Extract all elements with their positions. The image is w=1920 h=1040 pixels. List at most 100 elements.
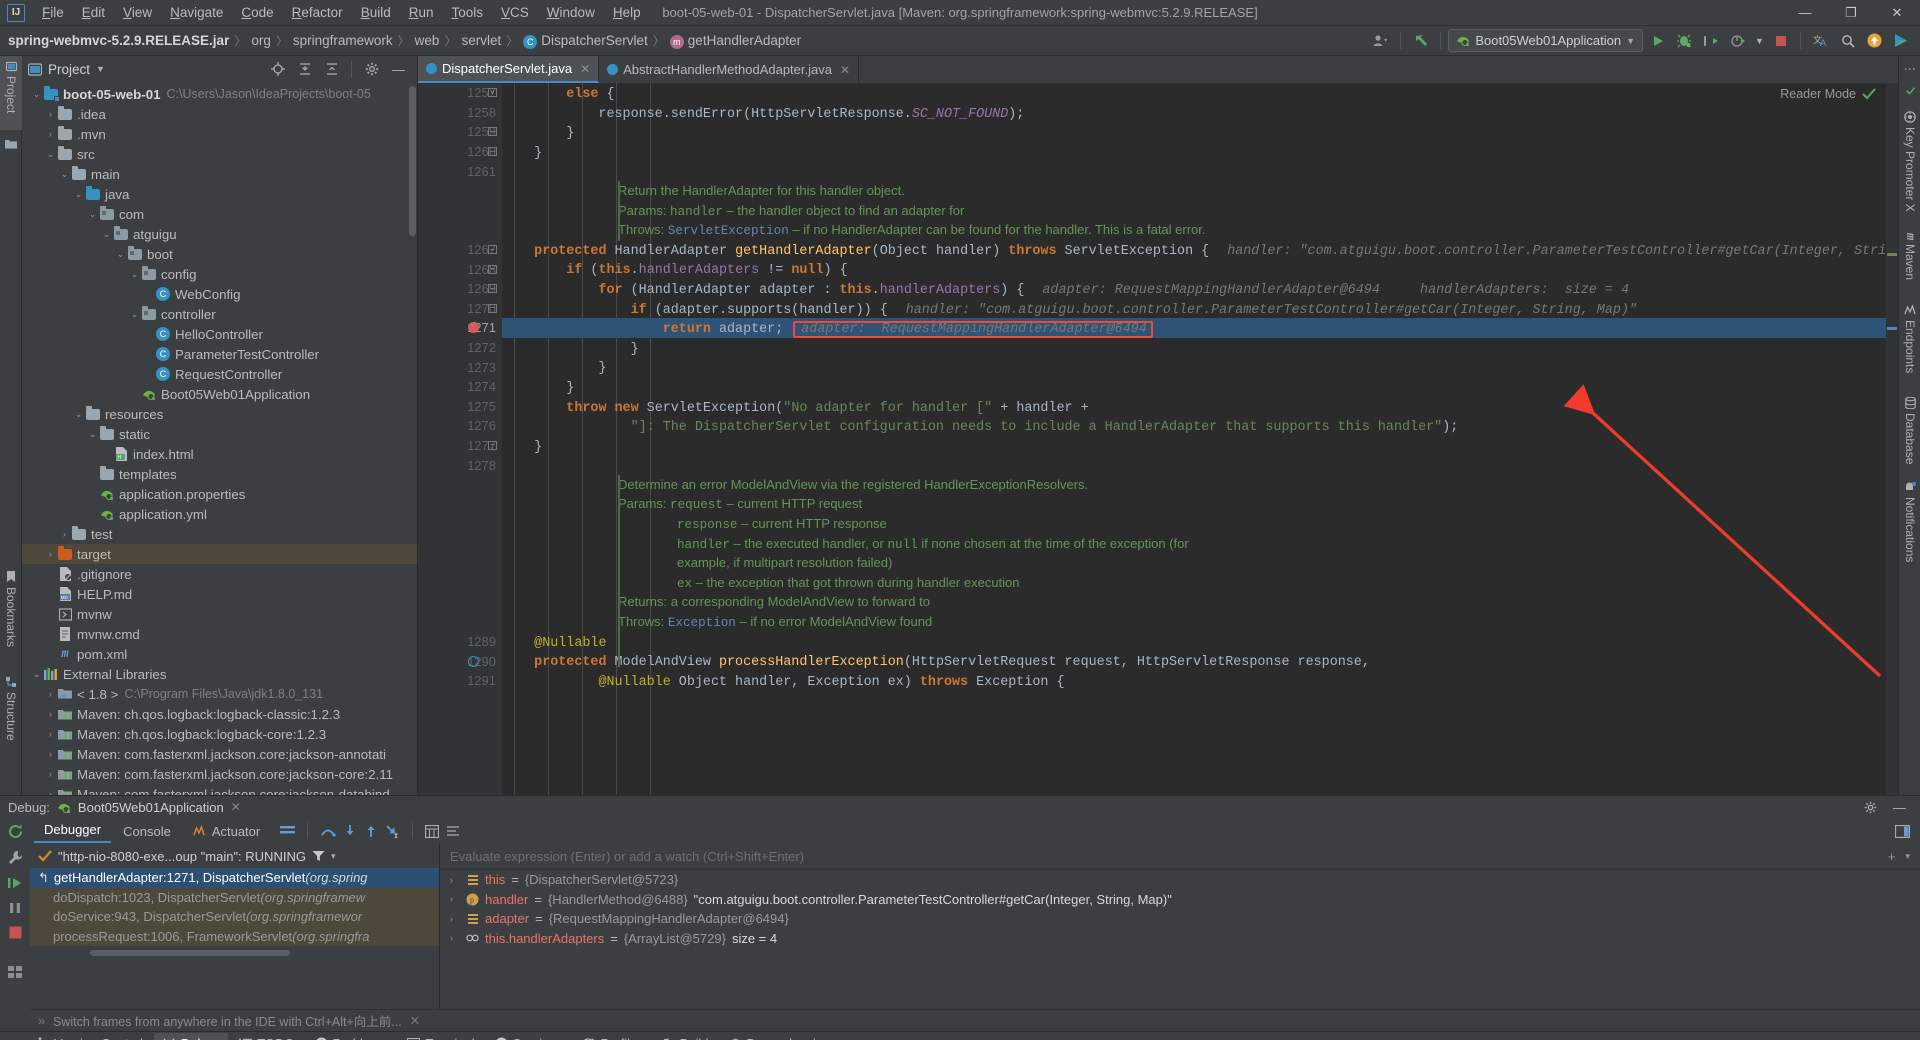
tree-node-application-properties[interactable]: application.properties — [22, 484, 417, 504]
tree-expander[interactable]: › — [44, 689, 57, 699]
javadoc-link[interactable]: ServletException — [668, 224, 789, 238]
settings-list-icon[interactable] — [446, 825, 460, 837]
bottom-tab-todo[interactable]: TODO — [230, 1033, 303, 1040]
tree-node-main[interactable]: ⌄main — [22, 164, 417, 184]
fold-marker[interactable]: − — [488, 127, 497, 136]
expand-icon[interactable]: › — [450, 875, 460, 885]
tree-node-maven-com-fasterxml-jackson-core-jackson[interactable]: ›Maven: com.fasterxml.jackson.core:jacks… — [22, 784, 417, 795]
tree-node-com[interactable]: ⌄com — [22, 204, 417, 224]
gutter-line[interactable] — [418, 220, 502, 240]
tree-expander[interactable]: ⌄ — [86, 429, 99, 440]
breadcrumb-method[interactable]: mgetHandlerAdapter — [670, 33, 801, 49]
gutter-line[interactable] — [418, 181, 502, 201]
tool-window-key-promoter[interactable]: Key Promoter X — [1899, 106, 1920, 222]
tree-node-application-yml[interactable]: application.yml — [22, 504, 417, 524]
menu-item-build[interactable]: Build — [352, 2, 400, 23]
search-icon[interactable] — [1835, 29, 1860, 52]
add-watch-button[interactable]: + — [1888, 849, 1896, 864]
tree-node-boot[interactable]: ⌄boot — [22, 244, 417, 264]
chevron-down-icon[interactable]: ▼ — [1753, 29, 1766, 52]
gutter-line[interactable]: 1270− — [418, 299, 502, 319]
gutter-line[interactable]: 1259− — [418, 122, 502, 142]
tree-node--mvn[interactable]: ›.mvn — [22, 124, 417, 144]
fold-marker[interactable]: − — [488, 304, 497, 313]
gutter-line[interactable]: 1277− — [418, 436, 502, 456]
tree-node-external-libraries[interactable]: ⌄External Libraries — [22, 664, 417, 684]
tree-node-maven-com-fasterxml-jackson-core-jackson[interactable]: ›Maven: com.fasterxml.jackson.core:jacks… — [22, 744, 417, 764]
tree-node-boot-05-web-01[interactable]: ⌄boot-05-web-01C:\Users\Jason\IdeaProjec… — [22, 84, 417, 104]
ide-features-icon[interactable] — [1889, 29, 1914, 52]
gutter-line[interactable]: 1275 — [418, 397, 502, 417]
gutter-line[interactable]: 1276 — [418, 416, 502, 436]
gutter-line[interactable] — [418, 612, 502, 632]
gutter-line[interactable]: 1260− — [418, 142, 502, 162]
eval-menu-icon[interactable]: ▾ — [1905, 851, 1910, 862]
close-button[interactable]: ✕ — [1874, 0, 1920, 26]
gutter-line[interactable] — [418, 475, 502, 495]
expand-icon[interactable]: › — [450, 933, 460, 943]
hide-panel-icon[interactable]: — — [386, 58, 411, 81]
close-icon[interactable]: ✕ — [410, 1013, 420, 1028]
step-out-icon[interactable] — [364, 824, 378, 838]
tree-node-requestcontroller[interactable]: CRequestController — [22, 364, 417, 384]
fold-marker[interactable]: − — [488, 245, 497, 254]
frames-layout-icon[interactable] — [280, 825, 295, 837]
gear-icon[interactable] — [359, 58, 384, 81]
expand-all-icon[interactable] — [292, 58, 317, 81]
update-icon[interactable] — [1862, 29, 1887, 52]
tree-expander[interactable]: ⌄ — [44, 149, 57, 160]
tree-expander[interactable]: ⌄ — [100, 229, 113, 240]
close-icon[interactable]: ✕ — [840, 63, 850, 77]
gutter-line[interactable]: 1278 — [418, 455, 502, 475]
menu-item-vcs[interactable]: VCS — [492, 2, 538, 23]
editor-tabs[interactable]: DispatcherServlet.java✕AbstractHandlerMe… — [418, 56, 1898, 83]
variables-list[interactable]: ›this = {DispatcherServlet@5723}›phandle… — [440, 870, 1920, 948]
tree-expander[interactable]: ⌄ — [30, 89, 43, 100]
breadcrumb[interactable]: spring-webmvc-5.2.9.RELEASE.jar〉org〉spri… — [8, 32, 801, 49]
bottom-tab-dependencies[interactable]: Dependencies — [720, 1033, 839, 1040]
frames-horizontal-scrollbar[interactable] — [90, 950, 290, 956]
variable-row[interactable]: ›phandler = {HandlerMethod@6488}"com.atg… — [440, 890, 1920, 910]
bottom-tab-debug[interactable]: Debug — [154, 1033, 228, 1040]
gutter-line[interactable]: 1289 — [418, 632, 502, 652]
variable-row[interactable]: ›this = {DispatcherServlet@5723} — [440, 870, 1920, 890]
tree-node-target[interactable]: ›target — [22, 544, 417, 564]
project-tree[interactable]: ⌄boot-05-web-01C:\Users\Jason\IdeaProjec… — [22, 82, 417, 795]
tree-expander[interactable]: ⌄ — [86, 209, 99, 220]
tree-expander[interactable]: › — [44, 729, 57, 739]
tree-node-test[interactable]: ›test — [22, 524, 417, 544]
tree-node-maven-ch-qos-logback-logback-core-1-2-3[interactable]: ›Maven: ch.qos.logback:logback-core:1.2.… — [22, 724, 417, 744]
gutter-line[interactable]: 1271✓ — [418, 318, 502, 338]
tool-window-database[interactable]: Database — [1899, 392, 1920, 470]
more-options-icon[interactable]: ⋮ — [1899, 60, 1920, 78]
step-into-icon[interactable] — [343, 824, 357, 838]
debug-tab-debugger[interactable]: Debugger — [34, 819, 111, 843]
rerun-icon[interactable] — [8, 824, 23, 839]
editor-right-rail[interactable] — [1886, 83, 1898, 795]
evaluate-expression-icon[interactable] — [425, 825, 439, 838]
project-tree-scrollbar[interactable] — [409, 86, 416, 236]
tree-expander[interactable]: ⌄ — [58, 169, 71, 180]
variable-row[interactable]: ›adapter = {RequestMappingHandlerAdapter… — [440, 909, 1920, 929]
gutter-line[interactable]: 1290 — [418, 651, 502, 671]
tree-node-maven-com-fasterxml-jackson-core-jackson[interactable]: ›Maven: com.fasterxml.jackson.core:jacks… — [22, 764, 417, 784]
menu-item-refactor[interactable]: Refactor — [283, 2, 352, 23]
inspections-ok-icon[interactable] — [1899, 82, 1920, 100]
close-icon[interactable]: ✕ — [580, 62, 590, 76]
tree-node-java[interactable]: ⌄java — [22, 184, 417, 204]
gutter-line[interactable]: 1273 — [418, 357, 502, 377]
close-icon[interactable]: ✕ — [231, 800, 241, 814]
breadcrumb-web[interactable]: web — [415, 33, 440, 48]
menu-item-view[interactable]: View — [114, 2, 161, 23]
menu-item-tools[interactable]: Tools — [443, 2, 493, 23]
tree-expander[interactable]: › — [44, 769, 57, 779]
code-content[interactable]: else { response.sendError(HttpServletRes… — [502, 83, 1886, 795]
tree-node-controller[interactable]: ⌄controller — [22, 304, 417, 324]
debug-tab-actuator[interactable]: Actuator — [183, 821, 270, 842]
gutter-line[interactable]: 1258 — [418, 103, 502, 123]
tree-expander[interactable]: ⌄ — [72, 409, 85, 420]
window-controls[interactable]: — ❐ ✕ — [1782, 0, 1920, 26]
tree-expander[interactable]: › — [44, 709, 57, 719]
chevron-down-icon[interactable]: ▼ — [96, 64, 105, 74]
bottom-tab-services[interactable]: Services — [486, 1033, 572, 1040]
